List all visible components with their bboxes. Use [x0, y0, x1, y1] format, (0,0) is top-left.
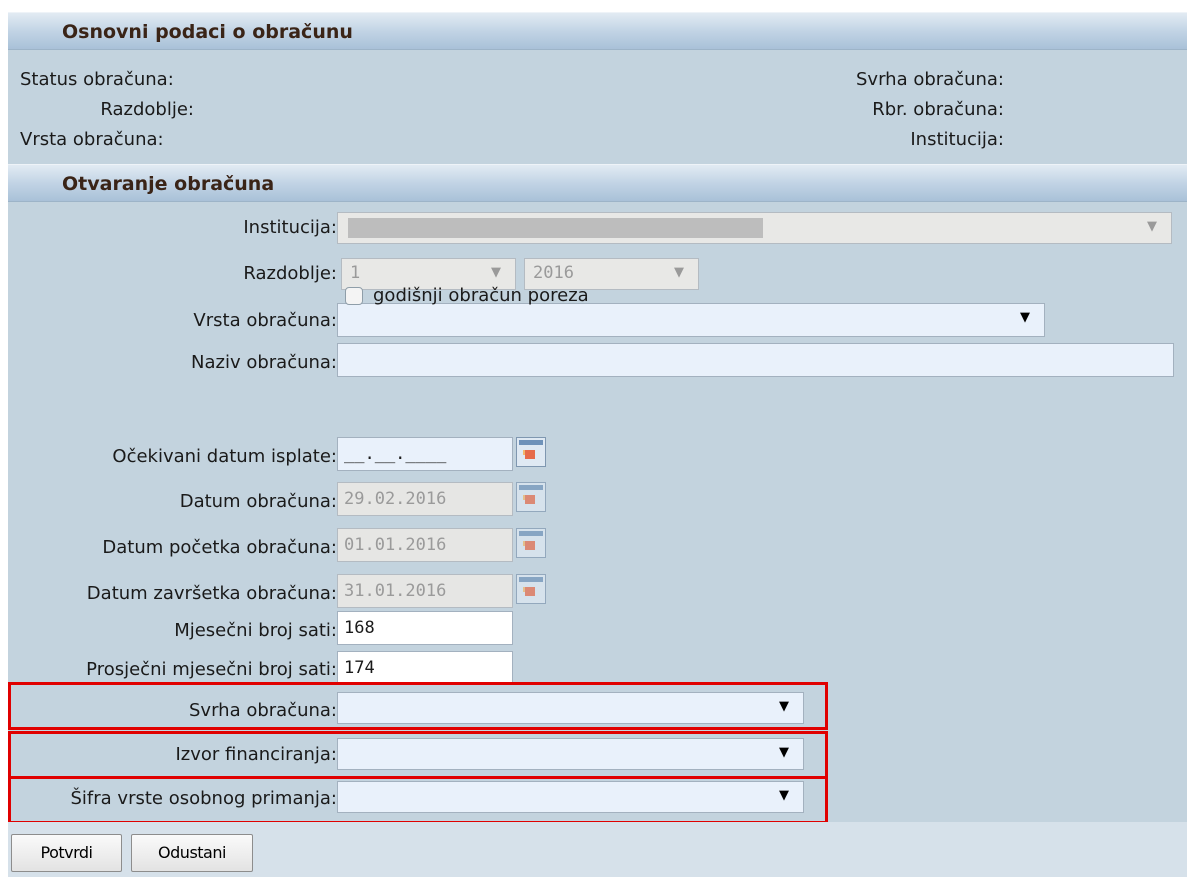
- sifra-primanja-label: Šifra vrste osobnog primanja:: [70, 788, 338, 809]
- vrsta-obracuna-label: Vrsta obračuna:: [193, 310, 337, 331]
- godisnji-obracun-checkbox[interactable]: [345, 287, 363, 305]
- status-obracuna-label: Status obračuna:: [20, 69, 174, 90]
- datum-obracuna-label: Datum obračuna:: [179, 491, 337, 512]
- chevron-down-icon: ▼: [491, 265, 501, 280]
- datum-pocetka-label: Datum početka obračuna:: [102, 537, 337, 558]
- datum-pocetka-input[interactable]: 01.01.2016: [337, 528, 513, 562]
- svrha-obracuna-info-label: Svrha obračuna:: [856, 69, 1004, 90]
- chevron-down-icon: ▼: [1020, 310, 1030, 325]
- institucija-label: Institucija:: [243, 217, 337, 238]
- mjesecni-sati-input[interactable]: 168: [337, 611, 513, 645]
- izvor-financiranja-select[interactable]: ▼: [337, 738, 804, 770]
- institucija-select[interactable]: ▼: [337, 212, 1172, 244]
- chevron-down-icon: ▼: [779, 745, 789, 760]
- vrsta-obracuna-info-label: Vrsta obračuna:: [20, 129, 164, 150]
- datum-zavrsetka-input[interactable]: 31.01.2016: [337, 574, 513, 608]
- razdoblje-label: Razdoblje:: [243, 263, 337, 284]
- svrha-obracuna-select[interactable]: ▼: [337, 692, 804, 724]
- section-title: Osnovni podaci o obračunu: [62, 21, 353, 43]
- obracun-form-panel: Osnovni podaci o obračunu Status obračun…: [8, 12, 1187, 877]
- prosjecni-sati-label: Prosječni mjesečni broj sati:: [86, 659, 337, 680]
- calendar-icon[interactable]: [516, 574, 546, 604]
- naziv-obracuna-input[interactable]: [337, 343, 1174, 377]
- potvrdi-button[interactable]: Potvrdi: [11, 834, 122, 872]
- chevron-down-icon: ▼: [779, 699, 789, 714]
- rbr-obracuna-info-label: Rbr. obračuna:: [872, 99, 1004, 120]
- izvor-financiranja-label: Izvor financiranja:: [175, 744, 337, 765]
- vrsta-obracuna-select[interactable]: ▼: [337, 303, 1045, 337]
- mjesecni-sati-label: Mjesečni broj sati:: [174, 620, 337, 641]
- sifra-primanja-select[interactable]: ▼: [337, 781, 804, 813]
- razdoblje-info-label: Razdoblje:: [100, 99, 194, 120]
- year-value: 2016: [533, 263, 574, 283]
- ocekivani-datum-label: Očekivani datum isplate:: [112, 446, 337, 467]
- redacted-value: [348, 218, 763, 238]
- month-value: 1: [350, 263, 361, 283]
- chevron-down-icon: ▼: [1147, 219, 1157, 234]
- section-header-osnovni-podaci: Osnovni podaci o obračunu: [8, 12, 1187, 50]
- institucija-info-label: Institucija:: [910, 129, 1004, 150]
- prosjecni-sati-input[interactable]: 174: [337, 651, 513, 685]
- section-title: Otvaranje obračuna: [62, 173, 275, 195]
- section-header-otvaranje-obracuna: Otvaranje obračuna: [8, 164, 1187, 202]
- datum-zavrsetka-label: Datum završetka obračuna:: [86, 583, 337, 604]
- form-footer: Potvrdi Odustani: [8, 822, 1187, 877]
- godisnji-obracun-label: godišnji obračun poreza: [373, 285, 589, 306]
- calendar-icon[interactable]: [516, 437, 546, 467]
- naziv-obracuna-label: Naziv obračuna:: [191, 352, 337, 373]
- odustani-button[interactable]: Odustani: [131, 834, 253, 872]
- datum-obracuna-input[interactable]: 29.02.2016: [337, 482, 513, 516]
- chevron-down-icon: ▼: [779, 788, 789, 803]
- chevron-down-icon: ▼: [674, 265, 684, 280]
- ocekivani-datum-input[interactable]: __.__.____: [337, 437, 513, 471]
- svrha-obracuna-label: Svrha obračuna:: [189, 700, 337, 721]
- calendar-icon[interactable]: [516, 528, 546, 558]
- calendar-icon[interactable]: [516, 482, 546, 512]
